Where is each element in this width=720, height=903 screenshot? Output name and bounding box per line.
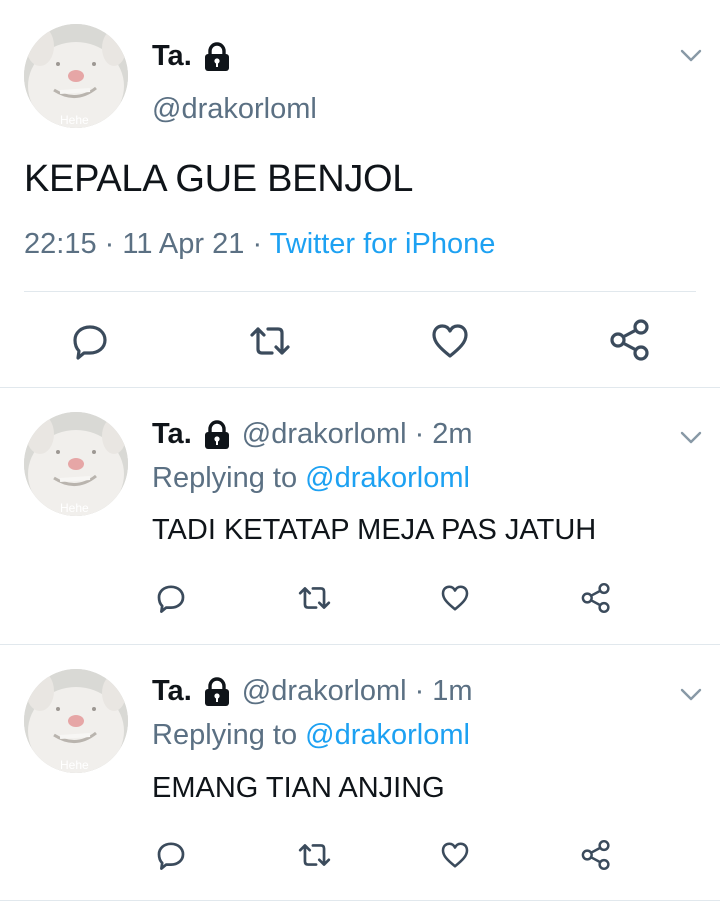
avatar-caption: Hehe [60,501,89,515]
avatar[interactable]: Hehe [24,412,128,516]
meta-separator: · [414,418,425,450]
tweet-source-link[interactable]: Twitter for iPhone [270,228,496,260]
retweet-icon[interactable] [297,582,332,614]
tweet-time: 22:15 [24,228,97,260]
tweet-meta: 22:15 · 11 Apr 21 · Twitter for iPhone [24,228,495,261]
divider [0,900,720,901]
meta-separator: · [104,228,115,260]
tweet-text: EMANG TIAN ANJING [152,772,445,804]
avatar-caption: Hehe [60,113,89,127]
lock-icon [202,419,232,451]
divider [24,291,696,292]
lock-icon [202,676,232,708]
avatar-caption: Hehe [60,758,89,772]
mention-link[interactable]: @drakorloml [305,719,470,751]
display-name[interactable]: Ta. [152,418,192,451]
cat-avatar-image: Hehe [24,412,128,516]
display-name[interactable]: Ta. [152,40,232,73]
tweet-thread: Hehe Ta. @drakorloml KEPALA GUE BENJOL 2… [0,0,720,903]
retweet-icon[interactable] [297,839,332,871]
retweet-icon[interactable] [248,321,292,361]
handle[interactable]: @drakorloml [242,675,407,708]
like-icon[interactable] [430,321,470,361]
cat-avatar-image: Hehe [24,669,128,773]
replying-to: Replying to @drakorloml [152,462,470,495]
lock-icon [202,41,232,73]
display-name-text: Ta. [152,40,192,72]
divider [0,387,720,388]
handle[interactable]: @drakorloml [242,418,407,451]
share-icon[interactable] [580,582,612,614]
replying-to: Replying to @drakorloml [152,719,470,752]
avatar[interactable]: Hehe [24,669,128,773]
reply-icon[interactable] [155,839,187,871]
meta-separator: · [414,675,425,707]
reply-time: 1m [432,675,473,707]
reply-icon[interactable] [155,582,187,614]
tweet-date: 11 Apr 21 [122,228,245,260]
chevron-down-icon[interactable] [678,42,704,68]
tweet-text: TADI KETATAP MEJA PAS JATUH [152,514,597,546]
mention-link[interactable]: @drakorloml [305,462,470,494]
divider [0,644,720,645]
avatar[interactable]: Hehe [24,24,128,128]
meta-separator: · [252,228,263,260]
reply-icon[interactable] [70,321,110,361]
replying-prefix: Replying to [152,719,298,751]
cat-avatar-image: Hehe [24,24,128,128]
replying-prefix: Replying to [152,462,298,494]
like-icon[interactable] [440,840,470,870]
handle[interactable]: @drakorloml [152,93,317,126]
tweet-text: KEPALA GUE BENJOL [24,158,414,200]
reply-time: 2m [432,418,473,450]
reply-header: Ta. @drakorloml · 1m [152,675,473,708]
display-name[interactable]: Ta. [152,675,192,708]
like-icon[interactable] [440,583,470,613]
share-icon[interactable] [580,839,612,871]
share-icon[interactable] [608,318,652,362]
chevron-down-icon[interactable] [678,424,704,450]
reply-header: Ta. @drakorloml · 2m [152,418,473,451]
chevron-down-icon[interactable] [678,681,704,707]
